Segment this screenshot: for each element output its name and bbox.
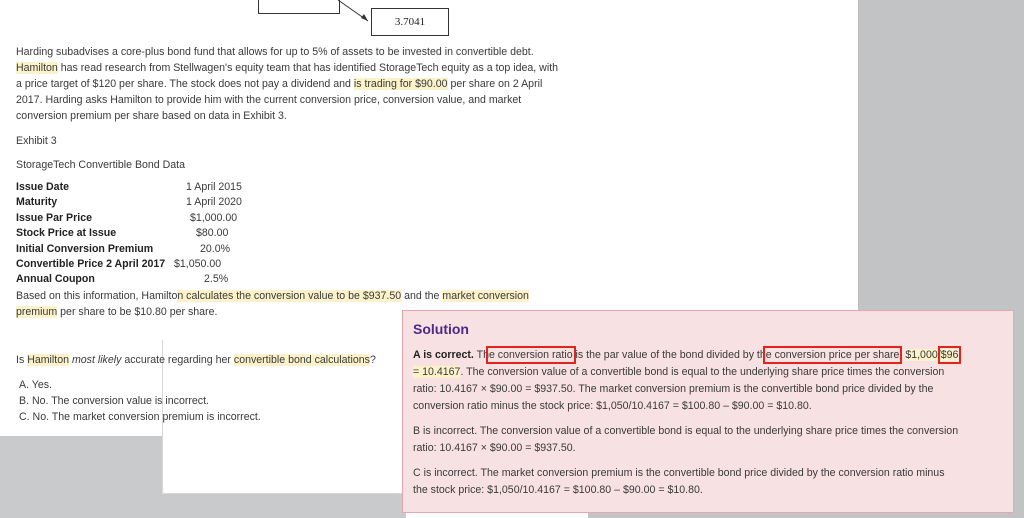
annotation-box-96: $96 bbox=[937, 346, 962, 364]
table-row: Annual Coupon 2.5% bbox=[16, 273, 229, 286]
answer-option-b[interactable]: B. No. The conversion value is incorrect… bbox=[19, 393, 209, 409]
annotation-box-conversion-price: e conversion price per share bbox=[762, 346, 903, 364]
solution-c-line-1: C is incorrect. The market conversion pr… bbox=[413, 467, 945, 479]
document-right-extension bbox=[588, 0, 859, 312]
intro-line-4: 2017. Harding asks Hamilton to provide h… bbox=[16, 94, 522, 106]
intro-line-2: Hamilton has read research from Stellwag… bbox=[16, 62, 559, 74]
table-row: Initial Conversion Premium 20.0% bbox=[16, 242, 231, 255]
table-row: Stock Price at Issue $80.00 bbox=[16, 227, 229, 240]
solution-panel: Solution A is correct. The conversion ra… bbox=[402, 310, 1014, 513]
intro-line-3: a price target of $120 per share. The st… bbox=[16, 78, 543, 90]
exhibit-table: Issue Date 1 April 2015 Maturity 1 April 2… bbox=[16, 180, 242, 288]
solution-b-line-1: B is incorrect. The conversion value of … bbox=[413, 425, 959, 437]
background-gray-left bbox=[0, 436, 164, 518]
table-row: Maturity 1 April 2020 bbox=[16, 196, 242, 209]
question-stem: Is Hamilton most likely accurate regardi… bbox=[16, 354, 376, 366]
intro-line-5: conversion premium per share based on da… bbox=[16, 110, 287, 122]
intro-line-1: Harding subadvises a core-plus bond fund… bbox=[16, 46, 534, 58]
solution-a-line-2: = 10.4167. The conversion value of a con… bbox=[413, 366, 945, 378]
solution-a-line-1: A is correct. The conversion ratio is th… bbox=[413, 346, 962, 364]
exhibit-label: Exhibit 3 bbox=[16, 135, 57, 147]
solution-a-line-3: ratio: 10.4167 × $90.00 = $937.50. The m… bbox=[413, 383, 934, 395]
annotation-box-conversion-ratio: e conversion ratio bbox=[485, 346, 576, 364]
exhibit-title: StorageTech Convertible Bond Data bbox=[16, 159, 186, 171]
solution-b-line-2: ratio: 10.4167 × $90.00 = $937.50. bbox=[413, 442, 576, 454]
answer-option-a[interactable]: A. Yes. bbox=[19, 377, 52, 393]
table-row: Issue Par Price $1,000.00 bbox=[16, 211, 238, 224]
answer-option-c[interactable]: C. No. The market conversion premium is … bbox=[19, 409, 261, 425]
solution-a-line-4: conversion ratio minus the stock price: … bbox=[413, 400, 812, 412]
diagram-arrow bbox=[337, 0, 369, 22]
solution-c-line-2: the stock price: $1,050/10.4167 = $100.8… bbox=[413, 484, 703, 496]
based-line-2: premium per share to be $10.80 per share… bbox=[16, 306, 218, 318]
background-gray-bottom bbox=[160, 493, 406, 518]
based-line-1: Based on this information, Hamilton calc… bbox=[16, 290, 529, 302]
table-row: Issue Date 1 April 2015 bbox=[16, 181, 242, 193]
diagram-value-box: 3.7041 bbox=[371, 8, 449, 36]
table-row: Convertible Price 2 April 2017 $1,050.00 bbox=[16, 258, 222, 271]
solution-title: Solution bbox=[413, 321, 469, 337]
